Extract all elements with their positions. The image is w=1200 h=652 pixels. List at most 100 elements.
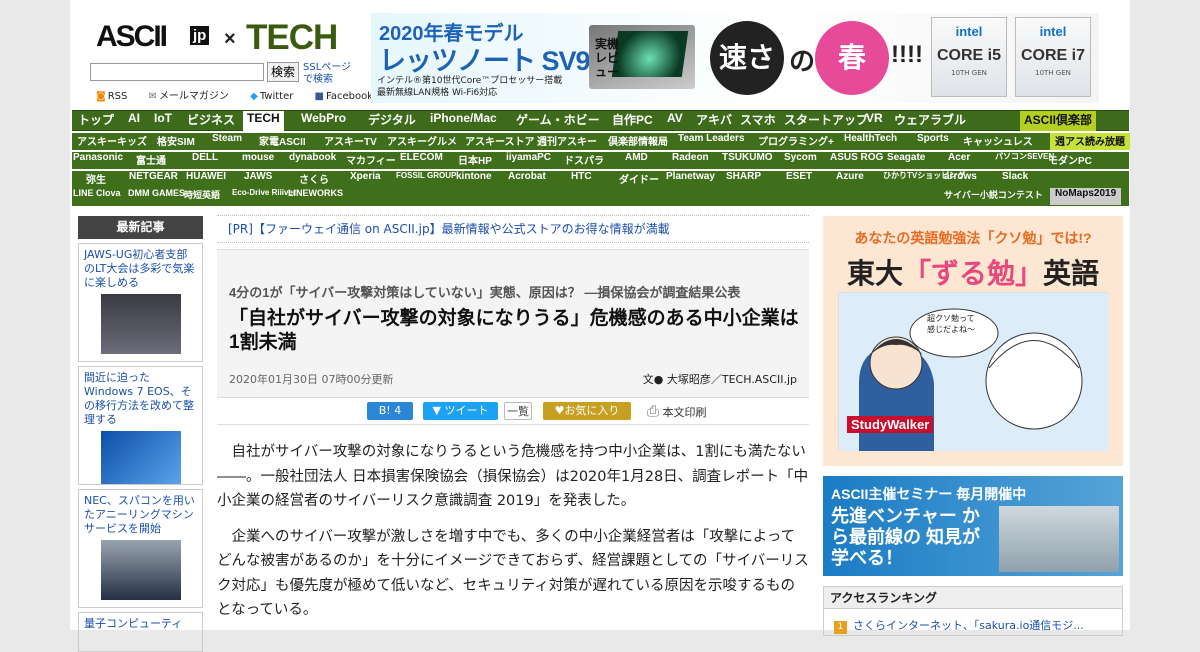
nav4-item[interactable]: JAWS <box>244 171 272 188</box>
nav2-item[interactable]: アスキーキッズ <box>77 133 147 150</box>
site-logo[interactable]: ASCII jp × TECH <box>96 18 346 57</box>
nav-wearable[interactable]: ウェアラブル <box>894 111 966 131</box>
nav3-pc-seven[interactable]: パソコンSEVEN <box>995 153 1054 170</box>
nav3-item[interactable]: 日本HP <box>458 152 492 169</box>
nav3-item[interactable]: マカフィー <box>346 152 396 169</box>
nav3-item[interactable]: Seagate <box>887 152 925 169</box>
nav4-item[interactable]: Xperia <box>350 171 381 188</box>
nav2-item[interactable]: プログラミング+ <box>758 133 834 150</box>
nav5-item[interactable]: 時短英語 <box>184 188 220 205</box>
nav-game-hobby[interactable]: ゲーム・ホビー <box>516 111 600 131</box>
mail-magazine-link[interactable]: ✉ メールマガジン <box>149 91 238 102</box>
twitter-link[interactable]: ◆ Twitter <box>250 91 302 102</box>
rss-link[interactable]: ◙ RSS <box>96 91 136 102</box>
nav2-item[interactable]: アスキーグルメ <box>387 133 457 150</box>
nav4-item[interactable]: HTC <box>571 171 592 188</box>
count-list-button[interactable]: 一覧 <box>504 402 532 420</box>
nav5-item[interactable]: サイバー小説コンテスト <box>944 188 1043 205</box>
nav2-item[interactable]: アスキーストア <box>465 133 535 150</box>
nav-webpro[interactable]: WebPro <box>301 111 346 131</box>
nav-startup[interactable]: スタートアップ <box>784 111 868 131</box>
nav3-item[interactable]: 富士通 <box>136 152 166 169</box>
sidebar-article[interactable]: NEC、スパコンを用いたアニーリングマシンサービスを開始 <box>78 489 203 608</box>
nav4-item[interactable]: Acrobat <box>508 171 546 188</box>
nav2-item[interactable]: アスキーTV <box>324 133 377 150</box>
nav2-item[interactable]: キャッシュレス <box>963 133 1033 150</box>
nav4-item[interactable]: Azure <box>836 171 864 188</box>
sidebar-article[interactable]: 量子コンピューティ <box>78 612 203 652</box>
nav-business[interactable]: ビジネス <box>187 111 235 131</box>
nav4-item[interactable]: Slack <box>1002 171 1028 188</box>
nav-jisaku-pc[interactable]: 自作PC <box>612 111 653 131</box>
nav2-item[interactable]: Sports <box>917 133 949 150</box>
nav2-item[interactable]: 週刊アスキー <box>537 133 597 150</box>
nav4-item[interactable]: ESET <box>786 171 812 188</box>
seminar-ad[interactable]: ASCII主催セミナー 毎月開催中 先進ベンチャー から最前線の 知見が学べる！ <box>823 476 1123 576</box>
nav3-item[interactable]: TSUKUMO <box>722 152 773 169</box>
nav4-item[interactable]: Planetway <box>666 171 715 188</box>
nav3-item[interactable]: iiyamaPC <box>506 152 551 169</box>
article-date: 2020年01月30日 07時00分更新 <box>229 373 394 386</box>
nav5-nomaps[interactable]: NoMaps2019 <box>1050 188 1122 205</box>
nav2-item[interactable]: HealthTech <box>844 133 897 150</box>
nav4-fossil-group[interactable]: FOSSIL GROUP <box>396 172 456 189</box>
nav3-item[interactable]: dynabook <box>289 152 336 169</box>
nav-ai[interactable]: AI <box>128 111 140 131</box>
hatena-bookmark-button[interactable]: B! 4 <box>367 402 413 420</box>
nav4-item[interactable]: SHARP <box>726 171 761 188</box>
nav4-hikari-tv[interactable]: ひかりTVショッピング <box>883 172 965 189</box>
nav2-item[interactable]: 格安SIM <box>157 133 195 150</box>
banner-circle-speed: 速さ <box>710 21 784 95</box>
top-banner-ad[interactable]: 2020年春モデル レッツノート SV9 インテル®第10世代Core™プロセッ… <box>371 13 1099 103</box>
nav-tech[interactable]: TECH <box>243 111 284 131</box>
ssl-search-link[interactable]: SSLページ で検索 <box>303 62 355 86</box>
nav3-item[interactable]: Panasonic <box>73 152 123 169</box>
nav3-item[interactable]: Sycom <box>784 152 817 169</box>
nav4-item[interactable]: NETGEAR <box>129 171 178 188</box>
nav2-item[interactable]: Team Leaders <box>678 133 745 150</box>
nav4-item[interactable]: さくら <box>299 171 329 188</box>
studywalker-ad[interactable]: あなたの英語勉強法「クソ勉」では!? 東大「ずる勉」英語 超クソ勉って 感じだよ… <box>823 216 1123 466</box>
nav-av[interactable]: AV <box>667 111 683 131</box>
nav4-item[interactable]: kintone <box>456 171 492 188</box>
search-button[interactable]: 検索 <box>267 62 299 82</box>
nav-iphone-mac[interactable]: iPhone/Mac <box>430 111 497 131</box>
nav3-item[interactable]: ASUS ROG <box>830 152 883 169</box>
nav5-item[interactable]: LINEWORKS <box>288 188 343 205</box>
ranking-item[interactable]: 1 さくらインターネット、「sakura.io通信モジ... <box>824 609 1122 634</box>
nav-vr[interactable]: VR <box>866 111 883 131</box>
nav5-riiiver[interactable]: Eco-Drive Riiiver <box>232 189 296 206</box>
ad-headline: 東大「ずる勉」英語 <box>846 258 1100 289</box>
nav-top[interactable]: トップ <box>78 111 114 131</box>
nav-akiba[interactable]: アキバ <box>696 111 732 131</box>
nav5-item[interactable]: DMM GAMES <box>128 188 185 205</box>
nav4-item[interactable]: 弥生 <box>86 171 106 188</box>
nav2-item[interactable]: 家電ASCII <box>259 133 306 150</box>
nav3-item[interactable]: AMD <box>625 152 648 169</box>
nav5-item[interactable]: LINE Clova <box>73 188 121 205</box>
nav-ascii-club[interactable]: ASCII倶楽部 <box>1020 111 1097 131</box>
nav4-item[interactable]: ダイドー <box>619 171 659 188</box>
nav4-item[interactable]: arrows <box>944 171 977 188</box>
nav3-item[interactable]: DELL <box>192 152 218 169</box>
nav4-item[interactable]: HUAWEI <box>186 171 226 188</box>
nav3-item[interactable]: ELECOM <box>400 152 443 169</box>
sidebar-article[interactable]: JAWS-UG初心者支部のLT大会は多彩で気楽に楽しめる <box>78 243 203 362</box>
nav3-item[interactable]: ドスパラ <box>564 152 604 169</box>
favorite-button[interactable]: ♥お気に入り <box>543 402 631 420</box>
nav2-item[interactable]: 倶楽部情報局 <box>608 133 668 150</box>
nav3-item[interactable]: Acer <box>948 152 970 169</box>
sidebar-article[interactable]: 間近に迫ったWindows 7 EOS、その移行方法を改めて整理する <box>78 366 203 485</box>
nav-digital[interactable]: デジタル <box>368 111 416 131</box>
nav-iot[interactable]: IoT <box>154 111 172 131</box>
pr-link[interactable]: [PR]【ファーウェイ通信 on ASCII.jp】最新情報や公式ストアのお得な… <box>228 220 670 237</box>
nav2-shuasu-yomihodai[interactable]: 週アス読み放題 <box>1050 133 1130 150</box>
nav-smartphone[interactable]: スマホ <box>740 111 776 131</box>
nav3-item[interactable]: Radeon <box>672 152 709 169</box>
print-button[interactable]: ⎙ 本文印刷 <box>647 402 717 420</box>
search-input[interactable] <box>90 63 264 81</box>
nav3-item[interactable]: モダンPC <box>1048 152 1092 169</box>
tweet-button[interactable]: ▼ ツイート <box>423 402 498 420</box>
nav3-item[interactable]: mouse <box>242 152 274 169</box>
nav2-item[interactable]: Steam <box>212 133 242 150</box>
